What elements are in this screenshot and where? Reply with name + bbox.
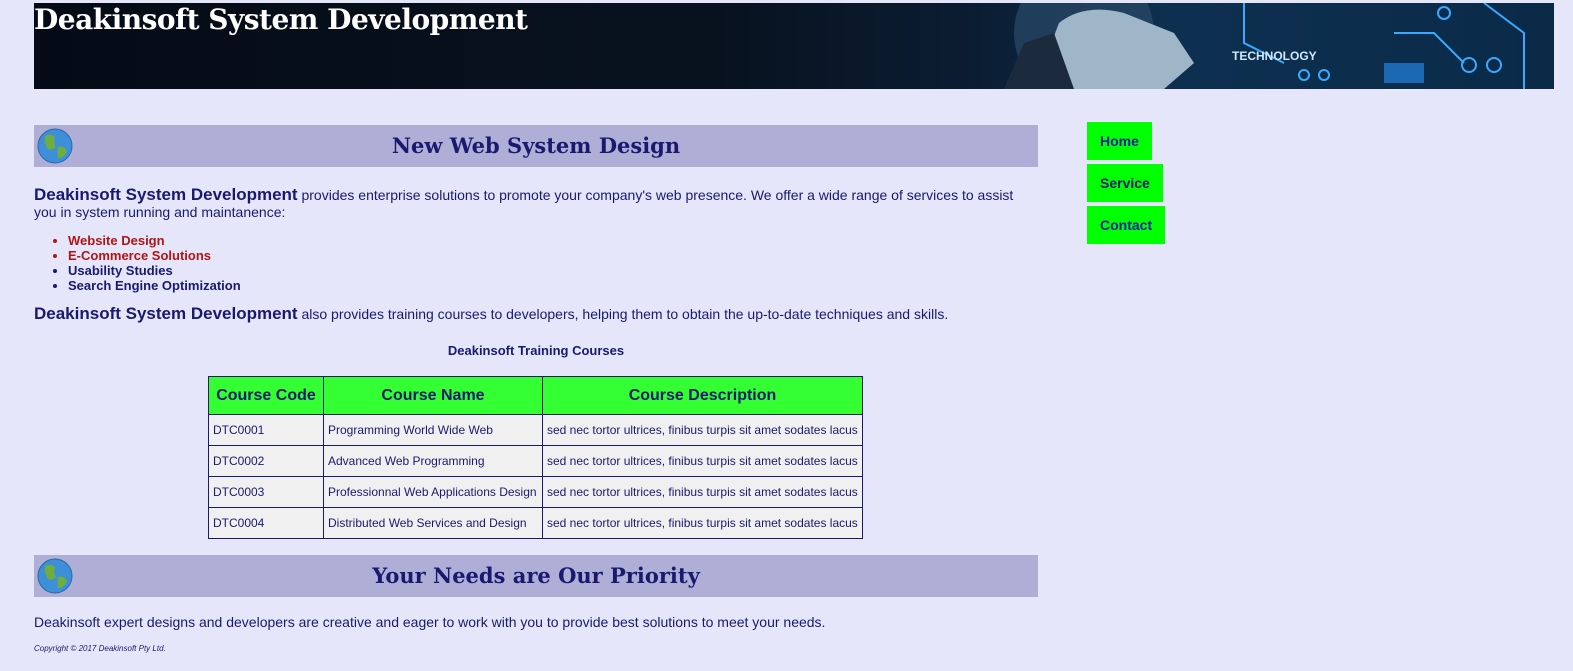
section-header-design: New Web System Design [34, 125, 1038, 167]
table-header-row: Course Code Course Name Course Descripti… [208, 376, 863, 415]
service-item: Search Engine Optimization [68, 278, 1038, 293]
table-row: DTC0001 Programming World Wide Web sed n… [208, 414, 863, 446]
intro-brand: Deakinsoft System Development [34, 185, 298, 204]
course-description: sed nec tortor ultrices, finibus turpis … [542, 476, 863, 508]
course-description: sed nec tortor ultrices, finibus turpis … [542, 414, 863, 446]
course-description: sed nec tortor ultrices, finibus turpis … [542, 507, 863, 539]
header-banner: TECHNOLOGY Deakinsoft System Development [34, 3, 1554, 89]
table-row: DTC0004 Distributed Web Services and Des… [208, 507, 863, 539]
needs-paragraph: Deakinsoft expert designs and developers… [34, 614, 826, 630]
site-title: Deakinsoft System Development [34, 3, 528, 36]
section-title-design: New Web System Design [391, 133, 681, 158]
side-nav: Home Service Contact [1087, 122, 1166, 248]
main-content: New Web System Design Deakinsoft System … [34, 125, 1038, 653]
banner-technology-word: TECHNOLOGY [1232, 49, 1317, 63]
course-code: DTC0004 [208, 507, 324, 539]
course-code: DTC0003 [208, 476, 324, 508]
training-paragraph: Deakinsoft System Development also provi… [34, 305, 1038, 323]
nav-home-link[interactable]: Home [1087, 122, 1152, 160]
table-row: DTC0002 Advanced Web Programming sed nec… [208, 445, 863, 477]
nav-contact-link[interactable]: Contact [1087, 206, 1166, 244]
course-name: Programming World Wide Web [323, 414, 543, 446]
course-name: Advanced Web Programming [323, 445, 543, 477]
course-code: DTC0002 [208, 445, 324, 477]
course-code: DTC0001 [208, 414, 324, 446]
services-list: Website Design E-Commerce Solutions Usab… [34, 233, 1038, 293]
section-header-priority: Your Needs are Our Priority [34, 555, 1038, 597]
training-brand: Deakinsoft System Development [34, 304, 298, 323]
section-title-priority: Your Needs are Our Priority [372, 563, 700, 588]
courses-table: Course Code Course Name Course Descripti… [208, 376, 863, 539]
service-item: Usability Studies [68, 263, 1038, 278]
course-description: sed nec tortor ultrices, finibus turpis … [542, 445, 863, 477]
technology-banner-image: TECHNOLOGY [1004, 3, 1525, 89]
column-header: Course Description [542, 376, 863, 415]
service-item: E-Commerce Solutions [68, 248, 1038, 263]
column-header: Course Code [208, 376, 324, 415]
copyright: Copyright © 2017 Deakinsoft Pty Ltd. [34, 644, 166, 653]
training-text: also provides training courses to develo… [297, 306, 949, 322]
courses-caption: Deakinsoft Training Courses [447, 343, 625, 358]
column-header: Course Name [323, 376, 543, 415]
course-name: Professionnal Web Applications Design [323, 476, 543, 508]
intro-paragraph: Deakinsoft System Development provides e… [34, 186, 1038, 221]
course-name: Distributed Web Services and Design [323, 507, 543, 539]
service-item: Website Design [68, 233, 1038, 248]
table-row: DTC0003 Professionnal Web Applications D… [208, 476, 863, 508]
nav-service-link[interactable]: Service [1087, 164, 1163, 202]
courses-block: Deakinsoft Training Courses Course Code … [34, 343, 1038, 539]
